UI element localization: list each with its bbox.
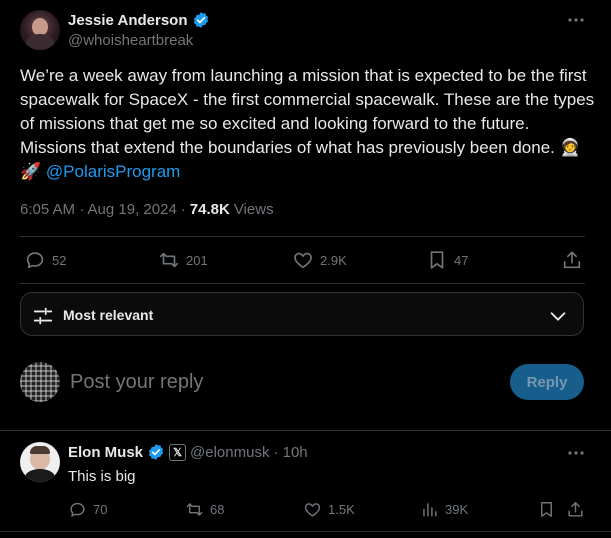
- sort-label: Most relevant: [63, 307, 154, 323]
- reply-time[interactable]: · 10h: [273, 444, 307, 461]
- more-options-icon[interactable]: [566, 12, 586, 28]
- bookmark-icon: [541, 502, 552, 517]
- reply-repost-action[interactable]: 68: [185, 500, 224, 519]
- views-label: Views: [233, 201, 274, 218]
- reply-action[interactable]: 52: [24, 249, 66, 271]
- reply-repost-count: 68: [210, 502, 225, 517]
- reply-reply-action[interactable]: 70: [68, 500, 107, 519]
- share-icon: [568, 502, 583, 517]
- repost-action[interactable]: 201: [158, 249, 208, 271]
- reply-button[interactable]: Reply: [510, 364, 584, 400]
- repost-count: 201: [186, 252, 208, 268]
- like-count: 2.9K: [320, 252, 347, 268]
- verified-badge-icon: [193, 12, 208, 28]
- sliders-icon: [33, 307, 53, 325]
- verified-badge-icon: [148, 444, 164, 460]
- views-count: 74.8K: [189, 201, 230, 218]
- author-handle[interactable]: @whoisheartbreak: [68, 32, 193, 49]
- reply-bookmark-action[interactable]: [537, 500, 556, 519]
- reply-text: This is big: [68, 468, 136, 485]
- share-icon: [563, 251, 581, 269]
- divider: [0, 430, 611, 431]
- tweet-text: We’re a week away from launching a missi…: [20, 64, 595, 184]
- divider: [0, 531, 611, 532]
- chevron-down-icon: [550, 312, 566, 321]
- reply-author-name[interactable]: Elon Musk: [68, 444, 143, 461]
- reply-views-action[interactable]: 39K: [420, 500, 468, 519]
- reply-count: 52: [52, 252, 67, 268]
- bookmark-count: 47: [454, 252, 469, 268]
- reply-author-avatar[interactable]: [20, 442, 60, 482]
- reply-like-action[interactable]: 1.5K: [303, 500, 355, 519]
- divider: [20, 283, 585, 284]
- reply-input[interactable]: [70, 368, 490, 396]
- author-name[interactable]: Jessie Anderson: [68, 12, 188, 29]
- repost-icon: [159, 252, 179, 268]
- divider: [20, 236, 585, 237]
- reply-views-count: 39K: [445, 502, 469, 517]
- repost-icon: [186, 503, 203, 516]
- author-avatar[interactable]: [20, 10, 60, 50]
- my-avatar[interactable]: [20, 362, 60, 402]
- reply-icon: [70, 502, 85, 517]
- reply-share-action[interactable]: [566, 500, 585, 519]
- tweet-timestamp[interactable]: 6:05 AM · Aug 19, 2024: [20, 201, 177, 218]
- reply-author-handle[interactable]: @elonmusk: [190, 444, 269, 461]
- bookmark-icon: [430, 251, 444, 269]
- sort-dropdown[interactable]: Most relevant: [20, 292, 584, 336]
- heart-icon: [294, 252, 312, 269]
- meta-separator: ·: [180, 201, 186, 218]
- affiliate-x-badge-icon: 𝕏: [169, 443, 187, 461]
- reply-like-count: 1.5K: [328, 502, 355, 517]
- analytics-icon: [423, 503, 437, 517]
- bookmark-action[interactable]: 47: [426, 249, 468, 271]
- reply-reply-count: 70: [93, 502, 108, 517]
- heart-icon: [304, 503, 321, 517]
- share-action[interactable]: [561, 249, 583, 271]
- like-action[interactable]: 2.9K: [292, 249, 347, 271]
- mention-link[interactable]: @PolarisProgram: [46, 162, 180, 181]
- reply-icon: [26, 252, 44, 269]
- more-options-icon[interactable]: [566, 445, 586, 461]
